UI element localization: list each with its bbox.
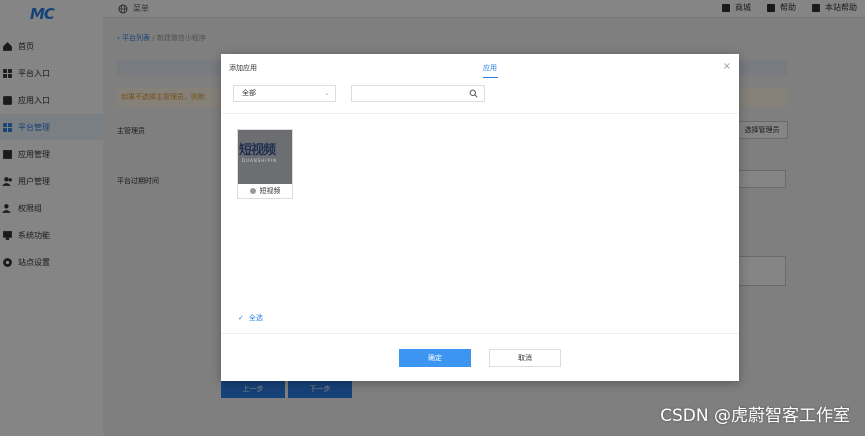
watermark: CSDN @虎蔚智客工作室 [660, 406, 850, 426]
select-all-toggle[interactable]: ✓ 全选 [238, 313, 263, 323]
divider [221, 333, 739, 334]
close-icon[interactable]: × [723, 61, 731, 72]
search-icon[interactable] [469, 89, 478, 98]
app-thumbnail-subtitle: DUANSHIPIN [242, 158, 278, 163]
app-thumbnail: 短视频 DUANSHIPIN [238, 130, 292, 184]
confirm-button[interactable]: 确定 [399, 349, 471, 367]
app-card[interactable]: 短视频 DUANSHIPIN 短视频 [237, 129, 293, 199]
tab-active-indicator [483, 77, 498, 78]
check-circle-icon[interactable] [249, 188, 256, 194]
add-app-modal: 添加应用 应用 × 全部 ⌄ 短视频 DUANSHIPIN 短视频 ✓ 全选 确… [221, 54, 739, 381]
filter-select[interactable]: 全部 ⌄ [233, 85, 336, 102]
app-name-row: 短视频 [238, 186, 292, 196]
checkmark-icon: ✓ [238, 314, 244, 322]
app-name: 短视频 [259, 187, 281, 195]
filter-select-value: 全部 [242, 89, 256, 97]
tab-apps[interactable]: 应用 [483, 63, 497, 73]
modal-title: 添加应用 [229, 64, 257, 72]
cancel-button[interactable]: 取消 [489, 349, 561, 367]
chevron-down-icon: ⌄ [324, 89, 330, 97]
select-all-label: 全选 [248, 314, 263, 322]
search-input[interactable] [351, 85, 485, 102]
divider [221, 113, 739, 114]
app-thumbnail-title: 短视频 [239, 143, 276, 158]
